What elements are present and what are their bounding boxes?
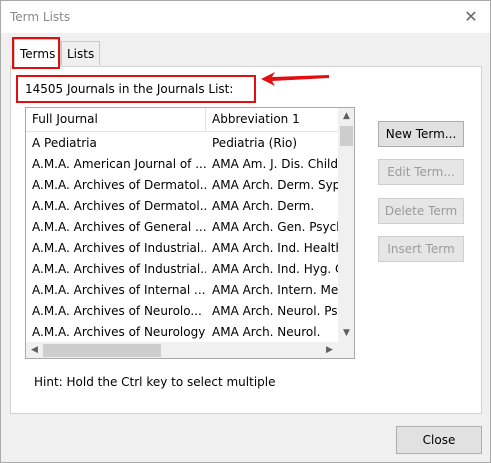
insert-term-button[interactable]: Insert Term: [378, 236, 464, 262]
abbreviation-cell: Pediatria (Rio): [212, 136, 298, 150]
full-journal-cell: A.M.A. Archives of Industrial...: [32, 241, 206, 255]
scroll-up-icon[interactable]: ▲: [338, 108, 354, 125]
abbreviation-cell: AMA Arch. Intern. Me: [212, 283, 338, 297]
horizontal-scrollbar[interactable]: ◀ ▶: [26, 342, 338, 358]
delete-term-button[interactable]: Delete Term: [378, 198, 464, 224]
term-lists-dialog: Term Lists ✕ Terms Lists 14505 Journals …: [0, 0, 491, 463]
abbreviation-cell: AMA Arch. Ind. Hyg. O: [212, 262, 338, 276]
hint-text: Hint: Hold the Ctrl key to select multip…: [34, 375, 276, 389]
close-button[interactable]: Close: [396, 426, 482, 454]
new-term-button[interactable]: New Term...: [378, 121, 464, 147]
full-journal-cell: A.M.A. Archives of Dermatol...: [32, 199, 206, 213]
abbreviation-cell: AMA Arch. Derm.: [212, 199, 315, 213]
list-header: Full Journal Abbreviation 1: [26, 108, 338, 132]
abbreviation-cell: AMA Arch. Derm. Syp: [212, 178, 338, 192]
abbreviation-cell: AMA Arch. Neurol. Ps: [212, 304, 338, 318]
list-item[interactable]: A.M.A. Archives of Neurolo... AMA Arch. N…: [26, 301, 338, 322]
vertical-scroll-thumb[interactable]: [340, 126, 353, 146]
close-icon[interactable]: ✕: [461, 7, 481, 27]
abbreviation-cell: AMA Am. J. Dis. Child: [212, 157, 338, 171]
vertical-scrollbar[interactable]: ▲ ▼: [338, 108, 354, 342]
full-journal-cell: A.M.A. Archives of Industrial...: [32, 262, 206, 276]
list-item[interactable]: A.M.A. Archives of Industrial... AMA Arch…: [26, 259, 338, 280]
scroll-left-icon[interactable]: ◀: [26, 342, 43, 358]
column-header-abbreviation[interactable]: Abbreviation 1: [206, 108, 338, 131]
annotation-arrow: [261, 72, 329, 86]
list-item[interactable]: A.M.A. Archives of Dermatol... AMA Arch. …: [26, 175, 338, 196]
list-item[interactable]: A.M.A. Archives of Industrial... AMA Arch…: [26, 238, 338, 259]
edit-term-button[interactable]: Edit Term...: [378, 159, 464, 185]
journal-list[interactable]: Full Journal Abbreviation 1 A Pediatria P…: [25, 107, 355, 359]
scroll-corner: [338, 342, 354, 358]
list-item[interactable]: A.M.A. Archives of Dermatol... AMA Arch. …: [26, 196, 338, 217]
tab-lists[interactable]: Lists: [61, 41, 101, 65]
full-journal-cell: A.M.A. Archives of General ...: [32, 220, 206, 234]
annotation-highlight-tab: [12, 37, 60, 69]
abbreviation-cell: AMA Arch. Neurol.: [212, 325, 321, 339]
list-item[interactable]: A.M.A. American Journal of ... AMA Am. J.…: [26, 154, 338, 175]
horizontal-scroll-thumb[interactable]: [43, 344, 161, 357]
abbreviation-cell: AMA Arch. Gen. Psych: [212, 220, 338, 234]
full-journal-cell: A.M.A. Archives of Neurolo...: [32, 304, 202, 318]
column-header-full-journal[interactable]: Full Journal: [26, 108, 206, 131]
full-journal-cell: A.M.A. Archives of Internal ...: [32, 283, 206, 297]
list-item[interactable]: A Pediatria Pediatria (Rio): [26, 133, 338, 154]
list-item[interactable]: A.M.A. Archives of General ... AMA Arch. …: [26, 217, 338, 238]
list-item[interactable]: A.M.A. Archives of Neurology AMA Arch. Ne…: [26, 322, 338, 343]
full-journal-cell: A.M.A. Archives of Neurology: [32, 325, 206, 339]
title-bar: Term Lists ✕: [1, 1, 490, 33]
scroll-down-icon[interactable]: ▼: [338, 325, 354, 342]
list-rows: A Pediatria Pediatria (Rio) A.M.A. America…: [26, 133, 338, 343]
full-journal-cell: A Pediatria: [32, 136, 97, 150]
full-journal-cell: A.M.A. American Journal of ...: [32, 157, 206, 171]
abbreviation-cell: AMA Arch. Ind. Health: [212, 241, 338, 255]
journal-count-label: 14505 Journals in the Journals List:: [16, 75, 256, 103]
list-item[interactable]: A.M.A. Archives of Internal ... AMA Arch.…: [26, 280, 338, 301]
full-journal-cell: A.M.A. Archives of Dermatol...: [32, 178, 206, 192]
window-title: Term Lists: [10, 10, 71, 24]
scroll-right-icon[interactable]: ▶: [321, 342, 338, 358]
